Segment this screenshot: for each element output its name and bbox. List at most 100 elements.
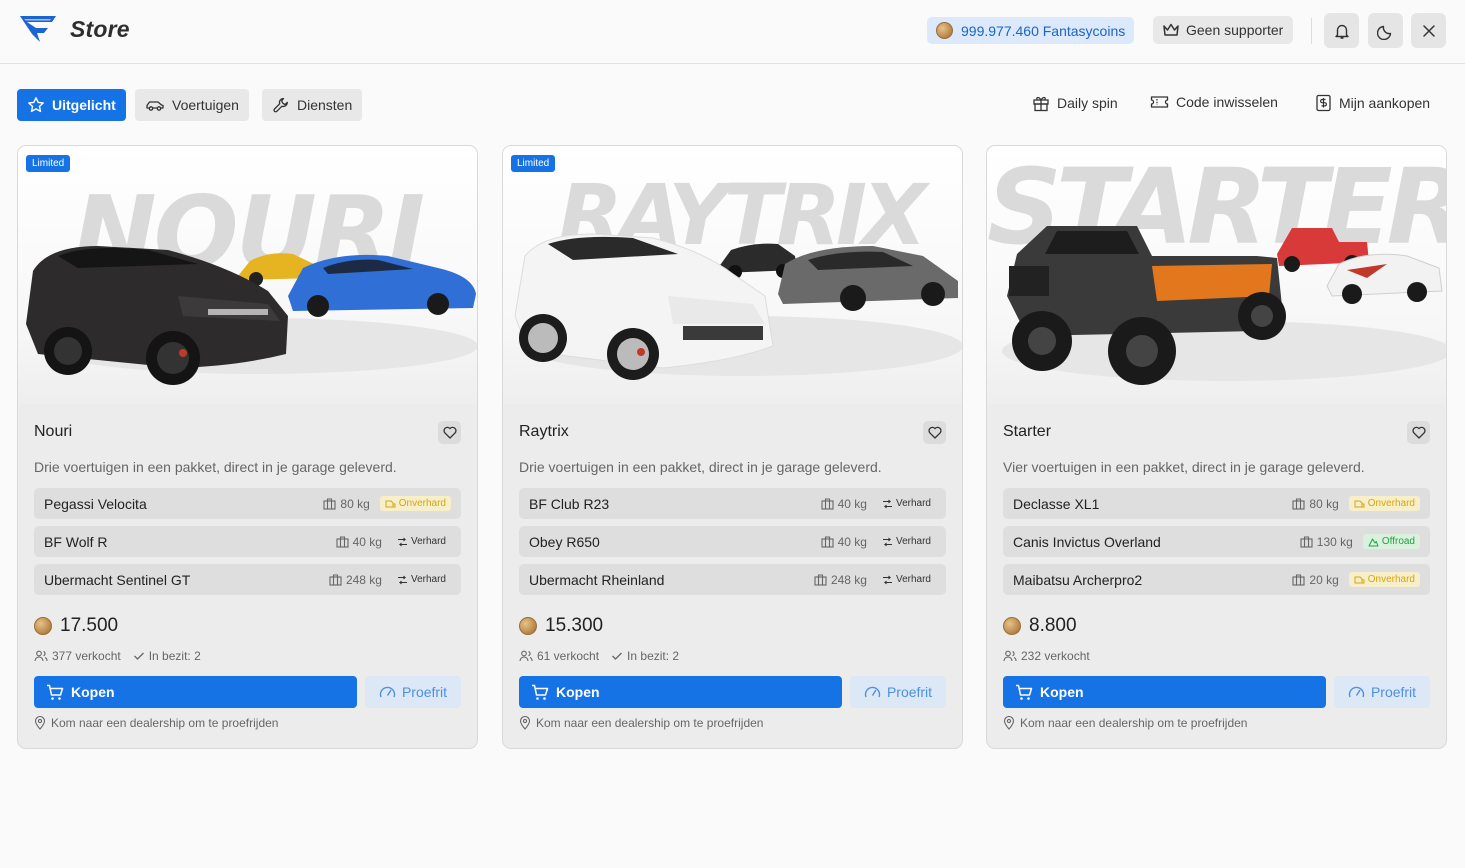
terrain-label: Verhard [895, 536, 931, 547]
bundle-card-nouri: NOURI Limited Nouri Drie voertuigen in e… [17, 145, 478, 749]
bundle-stats: 377 verkocht In bezit: 2 [34, 649, 201, 663]
trunk-icon [323, 497, 336, 510]
vehicle-weight-value: 80 kg [340, 496, 370, 511]
close-button[interactable] [1411, 13, 1446, 48]
bundle-description: Drie voertuigen in een pakket, direct in… [519, 459, 882, 475]
terrain-label: Offroad [1381, 536, 1415, 547]
route-icon [882, 499, 892, 508]
vehicle-weight: 80 kg [1292, 497, 1339, 511]
theme-toggle-button[interactable] [1368, 13, 1403, 48]
terrain-badge: Onverhard [1348, 572, 1420, 587]
trunk-icon [814, 573, 827, 586]
dealer-note-text: Kom naar een dealership om te proefrijde… [1020, 716, 1248, 730]
bundle-description: Drie voertuigen in een pakket, direct in… [34, 459, 397, 475]
test-drive-button[interactable]: Proefrit [850, 676, 946, 708]
route-icon [882, 537, 892, 546]
owned-count: In bezit: 2 [611, 649, 679, 663]
vehicle-name: Obey R650 [529, 533, 600, 550]
vehicle-weight-value: 248 kg [830, 572, 867, 587]
redeem-code-link[interactable]: Code inwisselen [1150, 94, 1278, 110]
receipt-icon [1316, 94, 1331, 112]
test-drive-button[interactable]: Proefrit [365, 676, 461, 708]
tab-voertuigen[interactable]: Voertuigen [135, 89, 249, 121]
close-icon [1422, 24, 1435, 37]
favorite-button[interactable] [923, 421, 946, 444]
bundle-image: STARTER [987, 146, 1446, 404]
buy-button-label: Kopen [556, 684, 600, 700]
gauge-icon [1348, 686, 1365, 698]
vehicle-row: Declasse XL1 80 kg Onverhard [1003, 488, 1430, 519]
limited-badge: Limited [511, 155, 556, 172]
vehicle-name: Ubermacht Sentinel GT [44, 571, 191, 588]
heart-icon [1411, 426, 1426, 439]
header-divider [1311, 18, 1312, 44]
owned-count-label: In bezit: 2 [627, 649, 680, 663]
route-icon [397, 575, 407, 584]
vehicle-weight-value: 20 kg [1309, 572, 1339, 587]
tab-label: Uitgelicht [52, 97, 116, 113]
vehicle-weight: 130 kg [1300, 535, 1353, 549]
test-drive-button[interactable]: Proefrit [1334, 676, 1430, 708]
location-pin-icon [519, 716, 531, 730]
cart-icon [47, 684, 64, 700]
limited-badge: Limited [26, 155, 71, 172]
car-illustration [514, 233, 962, 380]
vehicle-weight: 248 kg [329, 573, 382, 587]
vehicle-weight: 40 kg [336, 535, 382, 549]
sold-count: 377 verkocht [34, 649, 121, 663]
users-icon [519, 650, 533, 662]
bundle-price: 15.300 [519, 615, 603, 637]
my-purchases-link[interactable]: Mijn aankopen [1315, 94, 1430, 112]
users-icon [1003, 650, 1017, 662]
vehicle-row: Maibatsu Archerpro2 20 kg Onverhard [1003, 564, 1430, 595]
vehicle-weight-value: 40 kg [352, 534, 382, 549]
moon-icon [1376, 25, 1391, 40]
location-pin-icon [34, 716, 46, 730]
owned-count-label: In bezit: 2 [148, 649, 201, 663]
buy-button[interactable]: Kopen [34, 676, 357, 708]
brand-logo [20, 16, 56, 42]
buy-button-label: Kopen [71, 684, 115, 700]
tab-diensten[interactable]: Diensten [262, 89, 363, 121]
heart-icon [442, 426, 457, 439]
car-icon [146, 101, 164, 111]
supporter-status-button[interactable]: Geen supporter [1153, 16, 1294, 44]
bundle-card-raytrix: RAYTRIX Limited Raytrix Drie voertuigen … [502, 145, 963, 749]
vehicle-name: Maibatsu Archerpro2 [1013, 571, 1143, 588]
heart-icon [927, 426, 942, 439]
vehicle-row: Ubermacht Sentinel GT 248 kg Verhard [34, 564, 461, 595]
price-value: 15.300 [545, 615, 604, 636]
star-icon [28, 97, 44, 113]
terrain-label: Onverhard [1367, 574, 1415, 585]
sold-count-label: 232 verkocht [1021, 649, 1090, 663]
vehicle-name: BF Club R23 [529, 495, 610, 512]
route-icon [397, 537, 407, 546]
buy-button[interactable]: Kopen [519, 676, 842, 708]
bundle-price: 8.800 [1003, 615, 1077, 637]
gift-icon [1033, 96, 1049, 112]
notifications-button[interactable] [1324, 13, 1359, 48]
test-drive-label: Proefrit [401, 684, 448, 700]
daily-spin-link[interactable]: Daily spin [1032, 94, 1118, 112]
bundle-name: Raytrix [519, 423, 569, 440]
vehicle-name: BF Wolf R [44, 533, 108, 550]
sold-count-label: 377 verkocht [52, 649, 121, 663]
page-title: Store [70, 16, 130, 42]
bell-icon [1334, 24, 1349, 39]
owned-count: In bezit: 2 [133, 649, 201, 663]
terrain-badge: Verhard [877, 534, 936, 549]
favorite-button[interactable] [438, 421, 461, 444]
vehicle-weight-value: 40 kg [837, 496, 867, 511]
terrain-badge: Verhard [877, 572, 936, 587]
vehicle-name: Declasse XL1 [1013, 495, 1100, 512]
bundle-price: 17.500 [34, 615, 118, 637]
vehicle-weight: 20 kg [1292, 572, 1339, 587]
tab-label: Diensten [297, 97, 353, 113]
vehicle-row: BF Club R23 40 kg Verhard [519, 488, 946, 519]
bundle-name: Starter [1003, 423, 1052, 440]
tab-uitgelicht[interactable]: Uitgelicht [17, 89, 126, 121]
favorite-button[interactable] [1407, 421, 1430, 444]
test-drive-label: Proefrit [886, 684, 933, 700]
buy-button[interactable]: Kopen [1003, 676, 1326, 708]
tab-label: Voertuigen [172, 97, 239, 113]
